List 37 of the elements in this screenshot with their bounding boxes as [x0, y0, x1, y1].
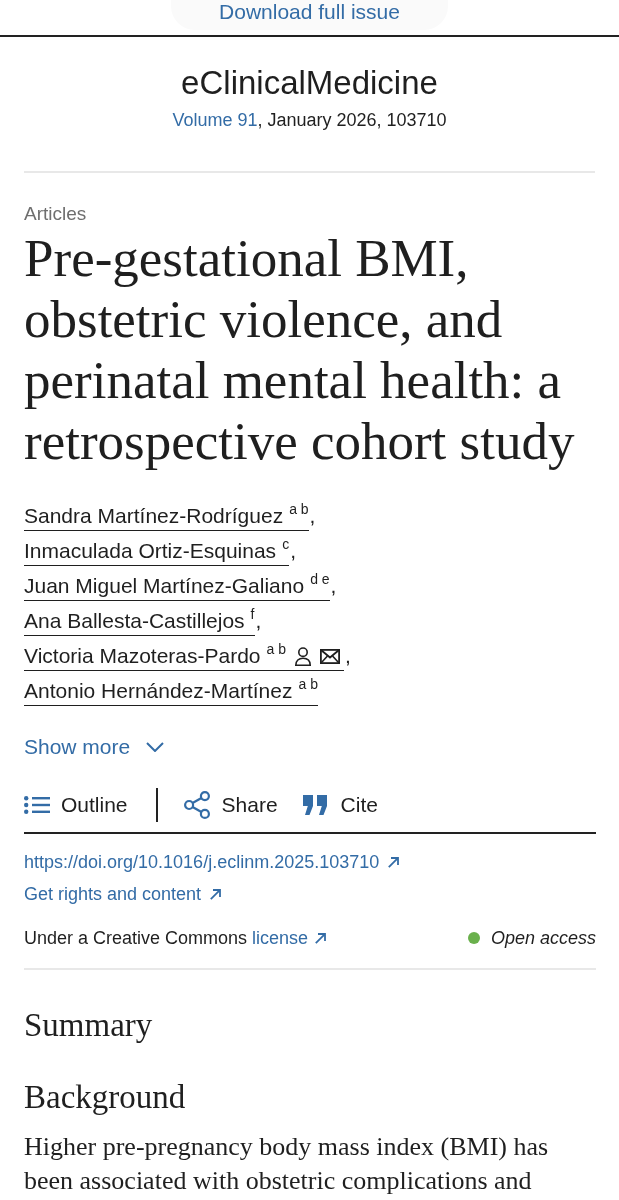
author-separator: , — [309, 504, 316, 528]
open-access-label: Open access — [490, 927, 596, 949]
author-link[interactable]: Antonio Hernández-Martínez $^{a b}$ — [24, 679, 318, 706]
arrow-icon — [315, 932, 327, 944]
author-separator: , — [345, 644, 351, 668]
outline-button[interactable]: Outline — [24, 793, 128, 817]
quote-icon — [302, 795, 327, 815]
download-issue-button[interactable]: Download full issue — [171, 0, 448, 30]
cite-button[interactable]: Cite — [302, 793, 378, 817]
author-link[interactable]: Inmaculada Ortiz-Esquinas $^{c}$ — [24, 539, 290, 566]
show-more-button[interactable]: Show more — [24, 735, 165, 759]
share-button[interactable]: Share — [183, 791, 278, 819]
list-icon — [24, 796, 50, 814]
paragraph-text: Higher pre-pregnancy body mass index (BMI) has been associated with obstetric complications and — [24, 1131, 550, 1197]
rights-link[interactable]: Get rights and content — [24, 883, 222, 905]
author-separator: , — [255, 609, 262, 633]
doi-link[interactable]: https://doi.org/10.1016/j.eclinm.2025.103710 — [24, 851, 400, 873]
volume-link[interactable]: Volume 91 — [172, 110, 258, 130]
subsection-heading: Background — [24, 1078, 186, 1117]
license-text: Under a Creative Commons license — [24, 927, 327, 949]
chevron-down-icon — [146, 742, 165, 752]
article-title: Pre-gestational BMI, obstetric violence, and perinatal mental health: a retrospective cohort study — [24, 228, 576, 472]
author-link[interactable]: Juan Miguel Martínez-Galiano $^{d e}$ — [24, 574, 330, 601]
share-icon — [183, 791, 210, 819]
arrow-icon — [388, 856, 400, 868]
article-type: Articles — [24, 203, 87, 225]
issue-info: Volume 91, January 2026, 103710 — [171, 109, 448, 131]
author-separator: , — [290, 539, 296, 563]
journal-name: eClinicalMedicine — [180, 65, 439, 101]
author-link[interactable]: Victoria Mazoteras-Pardo $^{a b}$ — [24, 644, 345, 671]
author-link[interactable]: Sandra Martínez-Rodríguez $^{a b}$ — [24, 504, 309, 531]
author-separator: , — [330, 574, 337, 598]
license-link[interactable]: license — [252, 927, 327, 949]
section-heading: Summary — [24, 1006, 153, 1045]
status-dot-icon — [467, 932, 480, 944]
arrow-icon — [210, 888, 222, 900]
author-link[interactable]: Ana Ballesta-Castillejos $^{f}$ — [24, 609, 255, 636]
